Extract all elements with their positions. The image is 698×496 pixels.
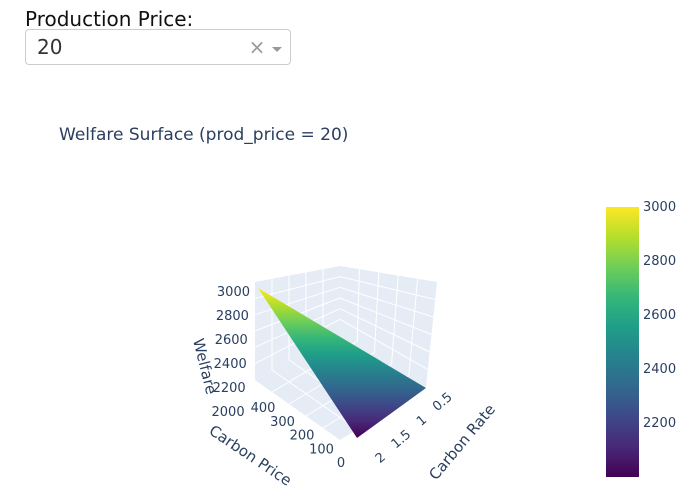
welfare-tick-label: 2400	[214, 357, 247, 372]
colorbar-ticks: 2200 2400 2600 2800 3000	[643, 200, 676, 431]
carbon-price-tick-label: 400	[251, 401, 276, 416]
carbon-rate-tick-label: 1	[414, 413, 430, 430]
welfare-tick-label: 2800	[216, 309, 249, 324]
colorbar-gradient	[606, 207, 639, 477]
surface-plot[interactable]: 2000 2200 2400 2600 2800 3000 0100200300400 0…	[0, 0, 698, 496]
colorbar-tick-label: 3000	[643, 200, 676, 215]
carbon-price-axis-title: Carbon Price	[206, 421, 295, 489]
carbon-rate-tick-label: 2	[373, 450, 389, 467]
welfare-tick-label: 3000	[217, 285, 250, 300]
carbon-price-tick-label: 300	[270, 415, 295, 430]
carbon-rate-tick-label: 1.5	[389, 427, 414, 452]
welfare-tick-label: 2600	[215, 333, 248, 348]
carbon-price-tick-label: 200	[290, 429, 315, 444]
carbon-price-tick-label: 0	[337, 456, 345, 471]
colorbar: 2200 2400 2600 2800 3000	[606, 200, 676, 477]
colorbar-tick-label: 2600	[643, 308, 676, 323]
welfare-axis-ticks: 200022002400260028003000	[212, 285, 250, 420]
carbon-price-tick-label: 100	[309, 442, 334, 457]
carbon-rate-tick-label: 0.5	[430, 390, 455, 415]
carbon-rate-axis-title: Carbon Rate	[425, 401, 499, 484]
colorbar-tick-label: 2400	[643, 362, 676, 377]
colorbar-tick-label: 2800	[643, 254, 676, 269]
colorbar-tick-label: 2200	[643, 416, 676, 431]
welfare-tick-label: 2000	[212, 405, 245, 420]
